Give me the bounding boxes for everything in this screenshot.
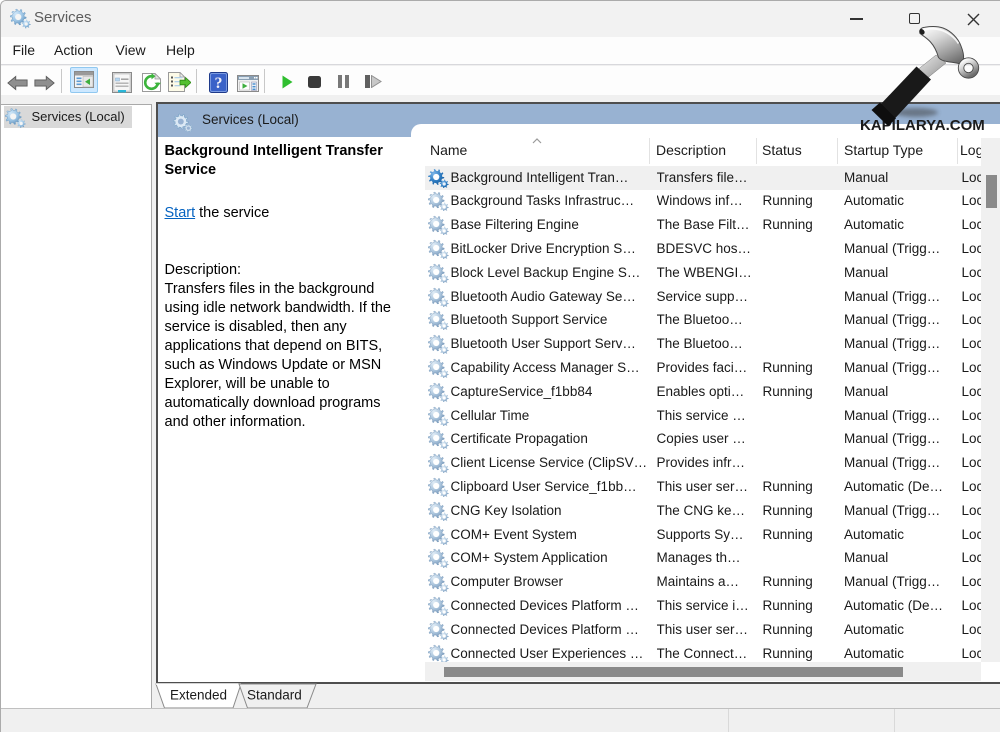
svg-text:Extended: Extended (170, 688, 227, 703)
svg-text:?: ? (215, 75, 223, 92)
svg-text:Standard: Standard (247, 688, 302, 703)
